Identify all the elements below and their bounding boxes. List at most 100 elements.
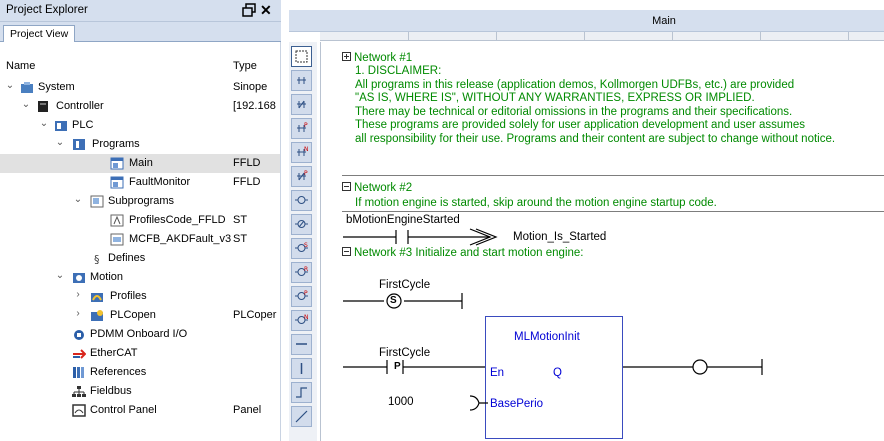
tree-item-type: FFLD <box>233 157 261 169</box>
tree-item-label: Defines <box>108 252 146 264</box>
chevron-down-icon[interactable]: ⌄ <box>20 99 32 111</box>
tree-item-faultmonitor[interactable]: FaultMonitor FFLD <box>0 173 280 192</box>
program-file-icon <box>110 176 124 189</box>
tree-item-label: PLC <box>72 119 94 131</box>
ethercat-icon <box>73 349 86 359</box>
contact-variable-label[interactable]: bMotionEngineStarted <box>346 214 460 226</box>
contact-element[interactable] <box>395 230 409 244</box>
vertical-line-tool-button[interactable] <box>291 358 312 379</box>
close-icon[interactable]: ✕ <box>260 2 272 18</box>
plc-icon <box>55 121 67 131</box>
nc-coil-tool-button[interactable] <box>291 214 312 235</box>
svg-text:P: P <box>304 122 308 129</box>
chevron-right-icon[interactable]: › <box>72 308 84 320</box>
tree-item-plc[interactable]: ⌄ PLC <box>0 116 280 135</box>
tree-item-programs[interactable]: ⌄ Programs <box>0 135 280 154</box>
tree-item-label: FaultMonitor <box>129 176 191 188</box>
tree-item-ethercat[interactable]: EtherCAT <box>0 344 280 363</box>
comment-line: "AS IS, WHERE IS", WITHOUT ANY WARRANTIE… <box>355 92 755 105</box>
controller-icon <box>38 101 48 112</box>
tree-item-fieldbus[interactable]: Fieldbus <box>0 382 280 401</box>
chevron-down-icon[interactable]: ⌄ <box>54 270 66 282</box>
collapse-icon[interactable] <box>342 247 351 256</box>
st-file-icon <box>110 233 124 246</box>
tree-item-label: Programs <box>92 138 140 150</box>
reset-coil-tool-button[interactable]: R <box>291 262 312 283</box>
comment-line: There may be technical or editorial omis… <box>355 105 793 118</box>
editor-title[interactable]: Main <box>652 10 676 27</box>
horizontal-line-tool-button[interactable] <box>291 334 312 355</box>
tree-item-references[interactable]: References <box>0 363 280 382</box>
references-icon <box>73 367 84 378</box>
tree-item-label: ProfilesCode_FFLD <box>129 214 226 226</box>
tree-item-motion[interactable]: ⌄ Motion <box>0 268 280 287</box>
network-separator <box>342 175 884 176</box>
tab-project-view[interactable]: Project View <box>3 25 76 42</box>
collapse-icon[interactable] <box>342 182 351 191</box>
comment-line: 1. DISCLAIMER: <box>355 65 442 77</box>
firstcycle-set-rung <box>343 293 463 309</box>
tree-item-label: Controller <box>56 100 104 112</box>
contact-alt-tool-button[interactable]: P <box>291 166 312 187</box>
network-3-header[interactable]: Network #3 Initialize and start motion e… <box>342 247 583 261</box>
svg-text:N: N <box>304 146 309 153</box>
chevron-down-icon[interactable]: ⌄ <box>54 137 66 149</box>
contact-tool-button[interactable] <box>291 70 312 91</box>
chevron-down-icon[interactable]: ⌄ <box>38 118 50 130</box>
constant-value[interactable]: 1000 <box>388 396 414 408</box>
tree-item-system[interactable]: ⌄ System Sinope <box>0 78 280 97</box>
float-window-icon[interactable] <box>242 3 256 17</box>
ladder-toolbar: P N P S R P N <box>289 42 317 441</box>
coil-tool-button[interactable] <box>291 190 312 211</box>
contact-p-tool-button[interactable]: P <box>291 118 312 139</box>
jump-label[interactable]: Motion_Is_Started <box>513 231 606 243</box>
tree-item-defines[interactable]: § Defines <box>0 249 280 268</box>
comment-line: all responsibility for their use. Progra… <box>355 132 836 145</box>
io-icon <box>74 330 84 340</box>
input-connector-icon <box>470 395 488 411</box>
column-header-name[interactable]: Name <box>6 60 35 72</box>
tree-item-type: ST <box>233 233 248 245</box>
control-panel-icon <box>72 404 86 417</box>
tree-item-type: FFLD <box>233 176 261 188</box>
network-1-header[interactable]: Network #1 <box>342 52 412 66</box>
comment-line: These programs are provided solely for u… <box>355 119 806 132</box>
chevron-right-icon[interactable]: › <box>72 289 84 301</box>
tree-item-plcopen[interactable]: › PLCopen PLCoper <box>0 306 280 325</box>
tree-item-profiles[interactable]: › Profiles <box>0 287 280 306</box>
tree-item-profilescode-ffld[interactable]: ProfilesCode_FFLD ST <box>0 211 280 230</box>
coil-p-tool-button[interactable]: P <box>291 286 312 307</box>
tree-item-main[interactable]: Main FFLD <box>0 154 280 173</box>
contact-n-tool-button[interactable]: N <box>291 142 312 163</box>
output-coil-element[interactable] <box>692 359 708 375</box>
tree-item-type: Panel <box>233 404 262 416</box>
column-header-type[interactable]: Type <box>233 60 257 72</box>
tree-item-pdmm-onboard-io[interactable]: PDMM Onboard I/O <box>0 325 280 344</box>
set-coil-tool-button[interactable]: S <box>291 238 312 259</box>
diagonal-line-tool-button[interactable] <box>291 406 312 427</box>
tree-item-label: EtherCAT <box>90 347 138 359</box>
project-explorer-title: Project Explorer <box>6 4 88 16</box>
tree-item-subprograms[interactable]: ⌄ Subprograms <box>0 192 280 211</box>
explorer-tabstrip: Project View <box>0 22 281 42</box>
tree-item-mcfb-akdfault[interactable]: MCFB_AKDFault_v3 ST <box>0 230 280 249</box>
program-file-icon <box>110 157 124 170</box>
editor-ruler <box>320 32 884 41</box>
network-2-header[interactable]: Network #2 <box>342 182 412 196</box>
select-tool-button[interactable] <box>291 46 312 67</box>
chevron-down-icon[interactable]: ⌄ <box>4 80 16 92</box>
system-icon <box>21 82 33 93</box>
nc-contact-tool-button[interactable] <box>291 94 312 115</box>
network-separator <box>342 211 884 212</box>
corner-line-tool-button[interactable] <box>291 382 312 403</box>
tree-item-type: ST <box>233 214 248 226</box>
network-3-title: Network #3 Initialize and start motion e… <box>354 247 584 259</box>
chevron-down-icon[interactable]: ⌄ <box>72 194 84 206</box>
expand-icon[interactable] <box>342 52 351 61</box>
block-input-baseperiod[interactable]: BasePerio <box>490 398 543 410</box>
p-contact-symbol: P <box>394 361 401 372</box>
tree-item-control-panel[interactable]: Control Panel Panel <box>0 401 280 420</box>
plcopen-icon <box>91 310 103 321</box>
coil-n-tool-button[interactable]: N <box>291 310 312 331</box>
tree-item-controller[interactable]: ⌄ Controller [192.168 <box>0 97 280 116</box>
